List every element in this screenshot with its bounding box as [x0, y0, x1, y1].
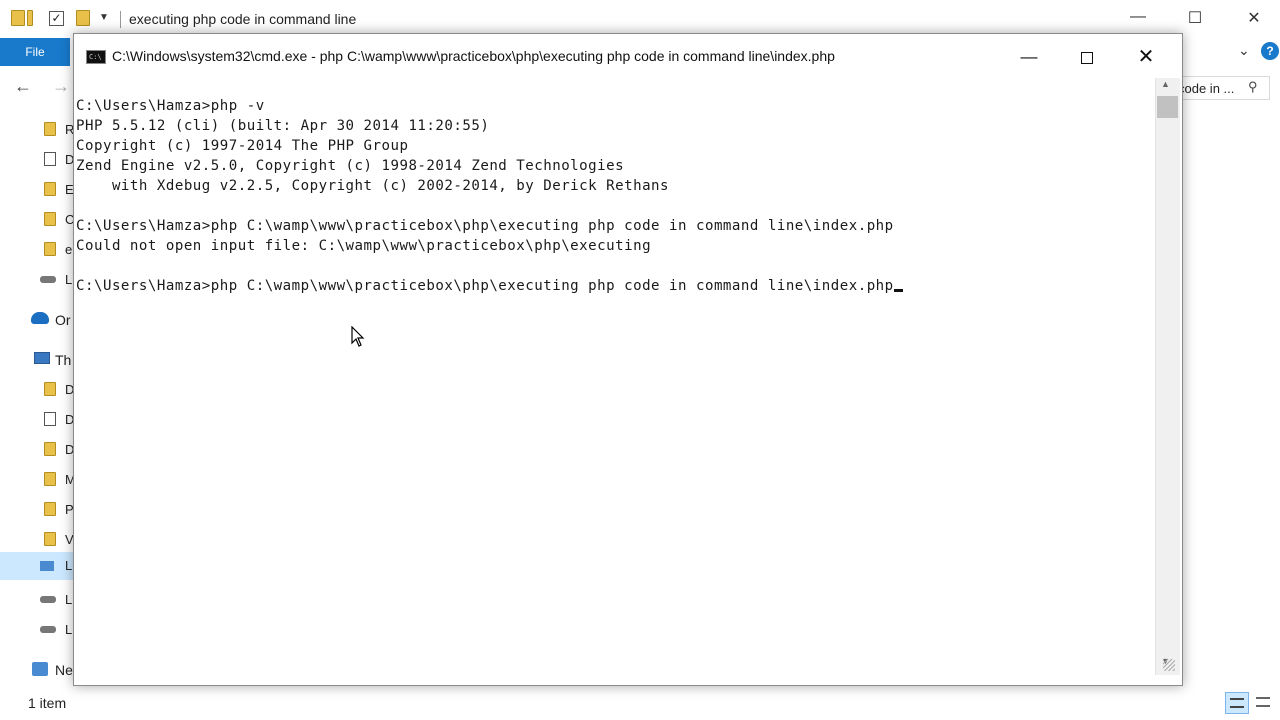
nav-item-drive[interactable]: L	[0, 266, 80, 294]
cmd-minimize-button[interactable]: —	[1006, 43, 1052, 71]
onedrive-icon	[31, 312, 49, 324]
nav-item-quick-access-3[interactable]: E	[0, 176, 80, 204]
nav-item-quick-access-1[interactable]: R	[0, 116, 80, 144]
cmd-close-button[interactable]: ✕	[1123, 43, 1169, 71]
close-button[interactable]: ✕	[1240, 8, 1268, 28]
nav-item-quick-access-2[interactable]: D	[0, 146, 80, 174]
command-prompt-window[interactable]: C:\ C:\Windows\system32\cmd.exe - php C:…	[73, 33, 1183, 686]
nav-item-label: L	[65, 592, 73, 607]
back-arrow-icon[interactable]: ←	[14, 76, 32, 97]
nav-item-downloads[interactable]: D	[0, 436, 80, 464]
search-icon[interactable]: ⚲	[1248, 79, 1258, 95]
nav-item-label: L	[65, 558, 73, 573]
nav-item-documents[interactable]: D	[0, 406, 80, 434]
folder-icon	[44, 442, 56, 456]
folder-icon	[44, 212, 56, 226]
console-input-line[interactable]: C:\Users\Hamza>php C:\wamp\www\practiceb…	[76, 276, 903, 296]
help-icon[interactable]: ?	[1261, 42, 1279, 60]
nav-item-drive-3[interactable]: L	[0, 616, 80, 644]
console-line: Could not open input file: C:\wamp\www\p…	[76, 238, 652, 254]
console-line: Zend Engine v2.5.0, Copyright (c) 1998-2…	[76, 158, 625, 174]
maximize-icon	[1081, 51, 1093, 64]
scroll-up-arrow-icon[interactable]: ▲	[1161, 79, 1170, 89]
local-disk-icon	[40, 561, 54, 571]
document-icon	[44, 412, 56, 426]
cmd-icon[interactable]: C:\	[86, 50, 106, 64]
details-view-icon	[1230, 698, 1244, 708]
nav-item-label: Th	[55, 352, 72, 368]
nav-item-label: Ne	[55, 662, 73, 678]
music-icon	[44, 472, 56, 486]
text-cursor	[893, 289, 903, 292]
vertical-scrollbar[interactable]	[1155, 78, 1180, 675]
file-tab[interactable]: File	[0, 38, 70, 66]
nav-item-label: Or	[55, 312, 71, 328]
navigation-pane: R D E C e L Or Th D D D M P V L L L Ne	[0, 110, 80, 690]
drive-icon	[40, 626, 56, 633]
console-line: C:\Users\Hamza>php C:\wamp\www\practiceb…	[76, 218, 894, 234]
item-count: 1 item	[28, 695, 67, 711]
nav-item-quick-access-4[interactable]: C	[0, 206, 80, 234]
resize-grip-icon[interactable]	[1163, 659, 1175, 671]
nav-item-desktop[interactable]: D	[0, 376, 80, 404]
console-line: PHP 5.5.12 (cli) (built: Apr 30 2014 11:…	[76, 118, 490, 134]
cmd-maximize-button[interactable]	[1064, 43, 1110, 71]
document-icon	[44, 152, 56, 166]
network-icon	[32, 662, 48, 676]
drive-icon	[40, 276, 56, 283]
videos-icon	[44, 532, 56, 546]
nav-item-network[interactable]: Ne	[0, 656, 80, 684]
drive-icon	[40, 596, 56, 603]
console-input-text[interactable]: C:\Users\Hamza>php C:\wamp\www\practiceb…	[76, 278, 894, 294]
expand-ribbon-icon[interactable]: ⌄	[1238, 42, 1250, 59]
large-icons-view-icon	[1256, 697, 1270, 707]
details-view-button[interactable]	[1225, 692, 1249, 714]
folder-icon	[44, 382, 56, 396]
nav-item-pictures[interactable]: P	[0, 496, 80, 524]
cmd-titlebar[interactable]: C:\ C:\Windows\system32\cmd.exe - php C:…	[74, 34, 1182, 78]
mouse-pointer-icon	[351, 326, 365, 347]
nav-item-label: e	[65, 242, 73, 257]
folder-icon	[44, 182, 56, 196]
pin-icon	[27, 10, 33, 26]
forward-arrow-icon[interactable]: →	[52, 76, 70, 97]
new-folder-icon[interactable]	[76, 10, 90, 26]
folder-icon	[11, 10, 25, 26]
divider	[120, 11, 121, 28]
nav-item-music[interactable]: M	[0, 466, 80, 494]
minimize-button[interactable]: —	[1124, 8, 1152, 26]
pictures-icon	[44, 502, 56, 516]
maximize-button[interactable]: ☐	[1181, 8, 1209, 28]
quick-access-dropdown-icon[interactable]: ▼	[99, 12, 109, 23]
nav-item-drive-2[interactable]: L	[0, 586, 80, 614]
large-icons-view-button[interactable]	[1252, 692, 1276, 714]
search-text: code in ...	[1178, 81, 1235, 96]
nav-item-this-pc[interactable]: Th	[0, 346, 80, 374]
console-output[interactable]: C:\Users\Hamza>php -v PHP 5.5.12 (cli) (…	[75, 78, 1156, 675]
cmd-title: C:\Windows\system32\cmd.exe - php C:\wam…	[112, 48, 835, 64]
folder-icon	[44, 122, 56, 136]
nav-item-local-disk[interactable]: L	[0, 552, 80, 580]
console-line: with Xdebug v2.2.5, Copyright (c) 2002-2…	[76, 178, 670, 194]
console-line: Copyright (c) 1997-2014 The PHP Group	[76, 138, 409, 154]
console-line: C:\Users\Hamza>php -v	[76, 98, 265, 114]
nav-item-quick-access-5[interactable]: e	[0, 236, 80, 264]
nav-item-label: L	[65, 272, 73, 287]
folder-icon	[44, 242, 56, 256]
explorer-title: executing php code in command line	[129, 11, 357, 27]
computer-icon	[34, 352, 50, 364]
scrollbar-thumb[interactable]	[1157, 96, 1178, 118]
properties-icon[interactable]: ✓	[49, 11, 64, 26]
nav-item-onedrive[interactable]: Or	[0, 306, 80, 334]
nav-item-label: L	[65, 622, 73, 637]
nav-item-videos[interactable]: V	[0, 526, 80, 554]
status-bar	[0, 690, 1280, 720]
